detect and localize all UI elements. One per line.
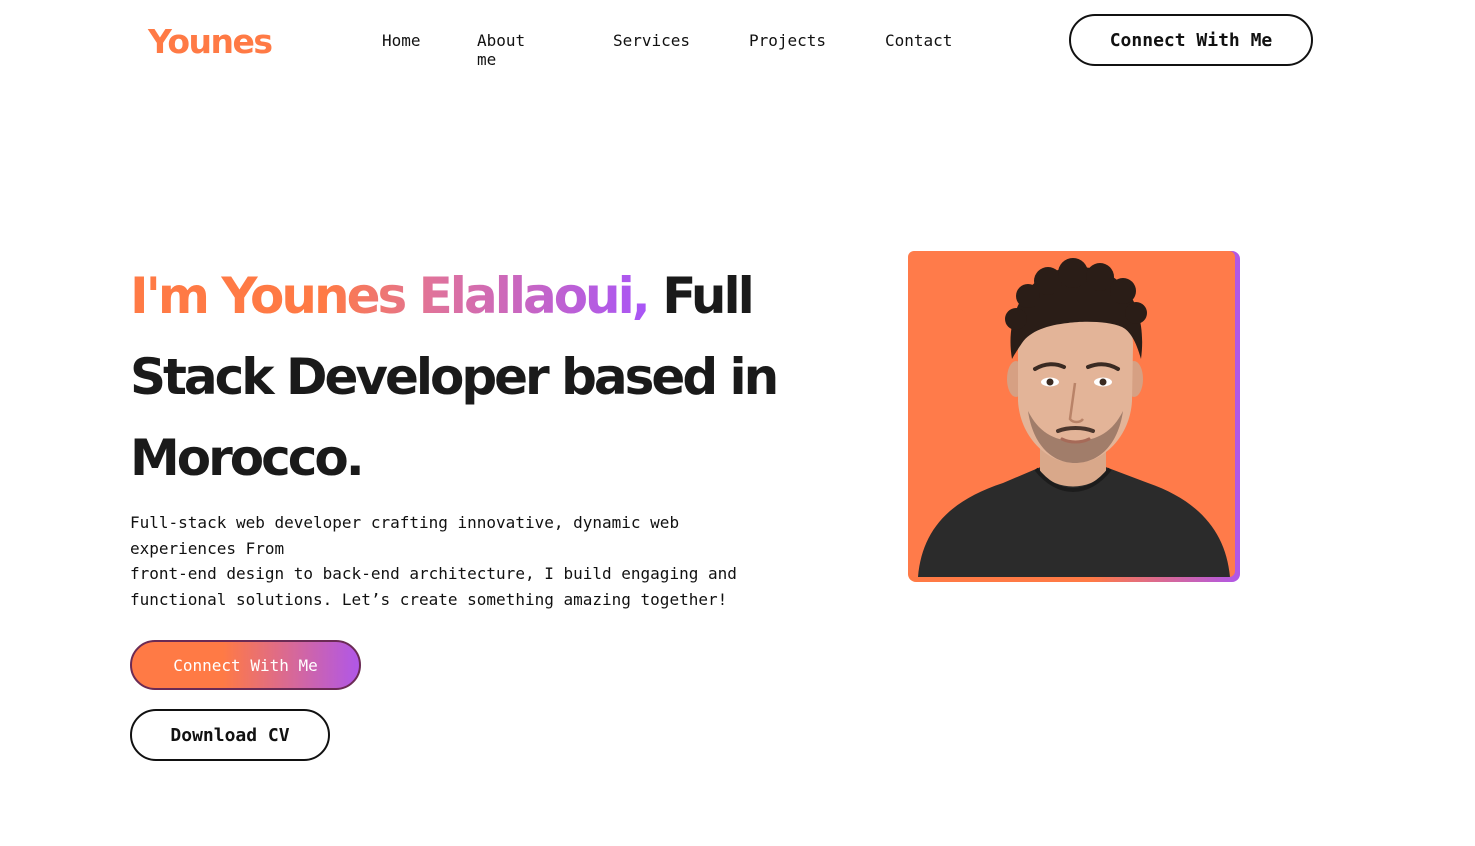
- hero-title-line2: Stack Developer based in: [130, 348, 779, 406]
- header-connect-button[interactable]: Connect With Me: [1069, 14, 1313, 66]
- hero-description-line: functional solutions. Let’s create somet…: [130, 590, 728, 610]
- portrait-photo: [908, 251, 1235, 577]
- download-cv-button[interactable]: Download CV: [130, 709, 330, 761]
- hero-title-line3: Morocco.: [130, 429, 365, 487]
- hero-description: Full-stack web developer crafting innova…: [130, 510, 790, 613]
- nav-contact[interactable]: Contact: [885, 31, 952, 50]
- nav-projects[interactable]: Projects: [749, 31, 826, 50]
- nav-home[interactable]: Home: [382, 31, 421, 50]
- site-logo[interactable]: Younes: [148, 22, 273, 61]
- portrait-frame: [908, 251, 1240, 582]
- hero-title-role-start: Full: [647, 267, 755, 325]
- nav-services[interactable]: Services: [613, 31, 690, 50]
- nav-about[interactable]: About me: [477, 31, 525, 69]
- person-illustration: [918, 258, 1230, 577]
- connect-button[interactable]: Connect With Me: [130, 640, 361, 690]
- hero-description-line: Full-stack web developer crafting innova…: [130, 513, 680, 532]
- hero-description-line: front-end design to back-end architectur…: [130, 564, 737, 584]
- hero-description-line: experiences From: [130, 538, 285, 558]
- page: Younes Home About me Services Projects C…: [0, 0, 1475, 846]
- hero-title: I'm Younes Elallaoui, Full Stack Develop…: [130, 256, 810, 499]
- hero-title-name: I'm Younes Elallaoui,: [130, 267, 651, 325]
